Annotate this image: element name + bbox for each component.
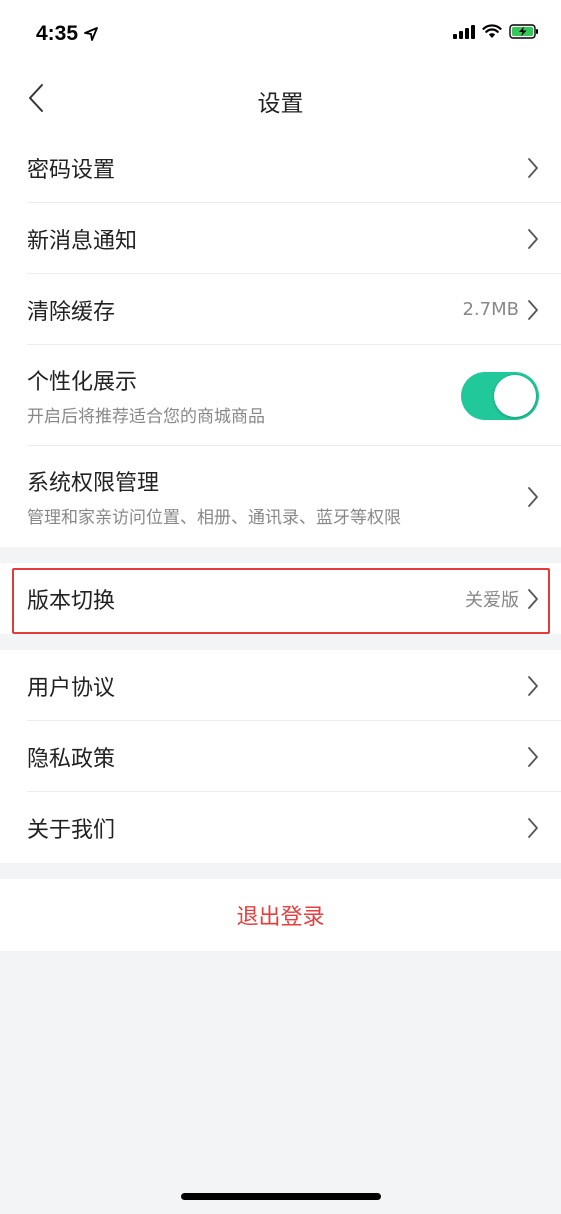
location-arrow-icon (84, 27, 98, 41)
version-value: 关爱版 (465, 589, 519, 611)
row-label: 新消息通知 (27, 228, 138, 254)
version-switch-row[interactable]: 版本切换 关爱版 (0, 563, 561, 634)
row-label: 密码设置 (27, 157, 116, 183)
toggle-knob (494, 374, 536, 417)
settings-screen: 4:35 设置 密码设置 新消息通知 清除缓存 2.7MB 个性化展示 开启后将… (0, 0, 561, 1214)
cache-size-value: 2.7MB (462, 299, 519, 320)
page-title: 设置 (257, 91, 304, 117)
chevron-right-icon (527, 299, 539, 321)
chevron-right-icon (527, 157, 539, 179)
status-time: 4:35 (36, 22, 98, 46)
row-label: 版本切换 (27, 588, 116, 614)
logout-label: 退出登录 (236, 905, 325, 930)
personalized-display-toggle[interactable] (461, 371, 539, 420)
clear-cache-row[interactable]: 清除缓存 2.7MB (0, 274, 561, 345)
settings-group-account: 密码设置 新消息通知 清除缓存 2.7MB 个性化展示 开启后将推荐适合您的商城… (0, 132, 561, 547)
system-permissions-row[interactable]: 系统权限管理 管理和家亲访问位置、相册、通讯录、蓝牙等权限 (0, 446, 561, 547)
new-message-notification-row[interactable]: 新消息通知 (0, 203, 561, 274)
privacy-policy-row[interactable]: 隐私政策 (0, 721, 561, 792)
wifi-icon (482, 24, 502, 38)
row-description: 管理和家亲访问位置、相册、通讯录、蓝牙等权限 (27, 508, 401, 528)
status-bar: 4:35 (0, 0, 561, 64)
chevron-right-icon (527, 817, 539, 839)
navigation-bar: 设置 (0, 64, 561, 132)
logout-button[interactable]: 退出登录 (0, 879, 561, 951)
battery-charging-icon (509, 24, 538, 39)
about-us-row[interactable]: 关于我们 (0, 792, 561, 863)
user-agreement-row[interactable]: 用户协议 (0, 650, 561, 721)
chevron-right-icon (527, 486, 539, 508)
chevron-right-icon (527, 675, 539, 697)
row-label: 关于我们 (27, 817, 116, 843)
row-label: 清除缓存 (27, 299, 116, 325)
row-label: 系统权限管理 (27, 471, 160, 496)
top-bar: 4:35 设置 (0, 0, 561, 132)
personalized-display-row: 个性化展示 开启后将推荐适合您的商城商品 (0, 345, 561, 446)
row-label: 隐私政策 (27, 746, 116, 772)
chevron-right-icon (527, 588, 539, 610)
chevron-right-icon (527, 228, 539, 250)
settings-group-legal: 用户协议 隐私政策 关于我们 (0, 650, 561, 863)
password-settings-row[interactable]: 密码设置 (0, 132, 561, 203)
settings-group-version: 版本切换 关爱版 (0, 563, 561, 634)
row-description: 开启后将推荐适合您的商城商品 (27, 407, 265, 427)
row-label: 个性化展示 (27, 370, 138, 395)
cellular-signal-icon (453, 24, 475, 39)
status-icons (453, 24, 539, 39)
row-label: 用户协议 (27, 675, 116, 701)
home-indicator (181, 1193, 381, 1200)
time-text: 4:35 (36, 22, 79, 45)
chevron-right-icon (527, 746, 539, 768)
